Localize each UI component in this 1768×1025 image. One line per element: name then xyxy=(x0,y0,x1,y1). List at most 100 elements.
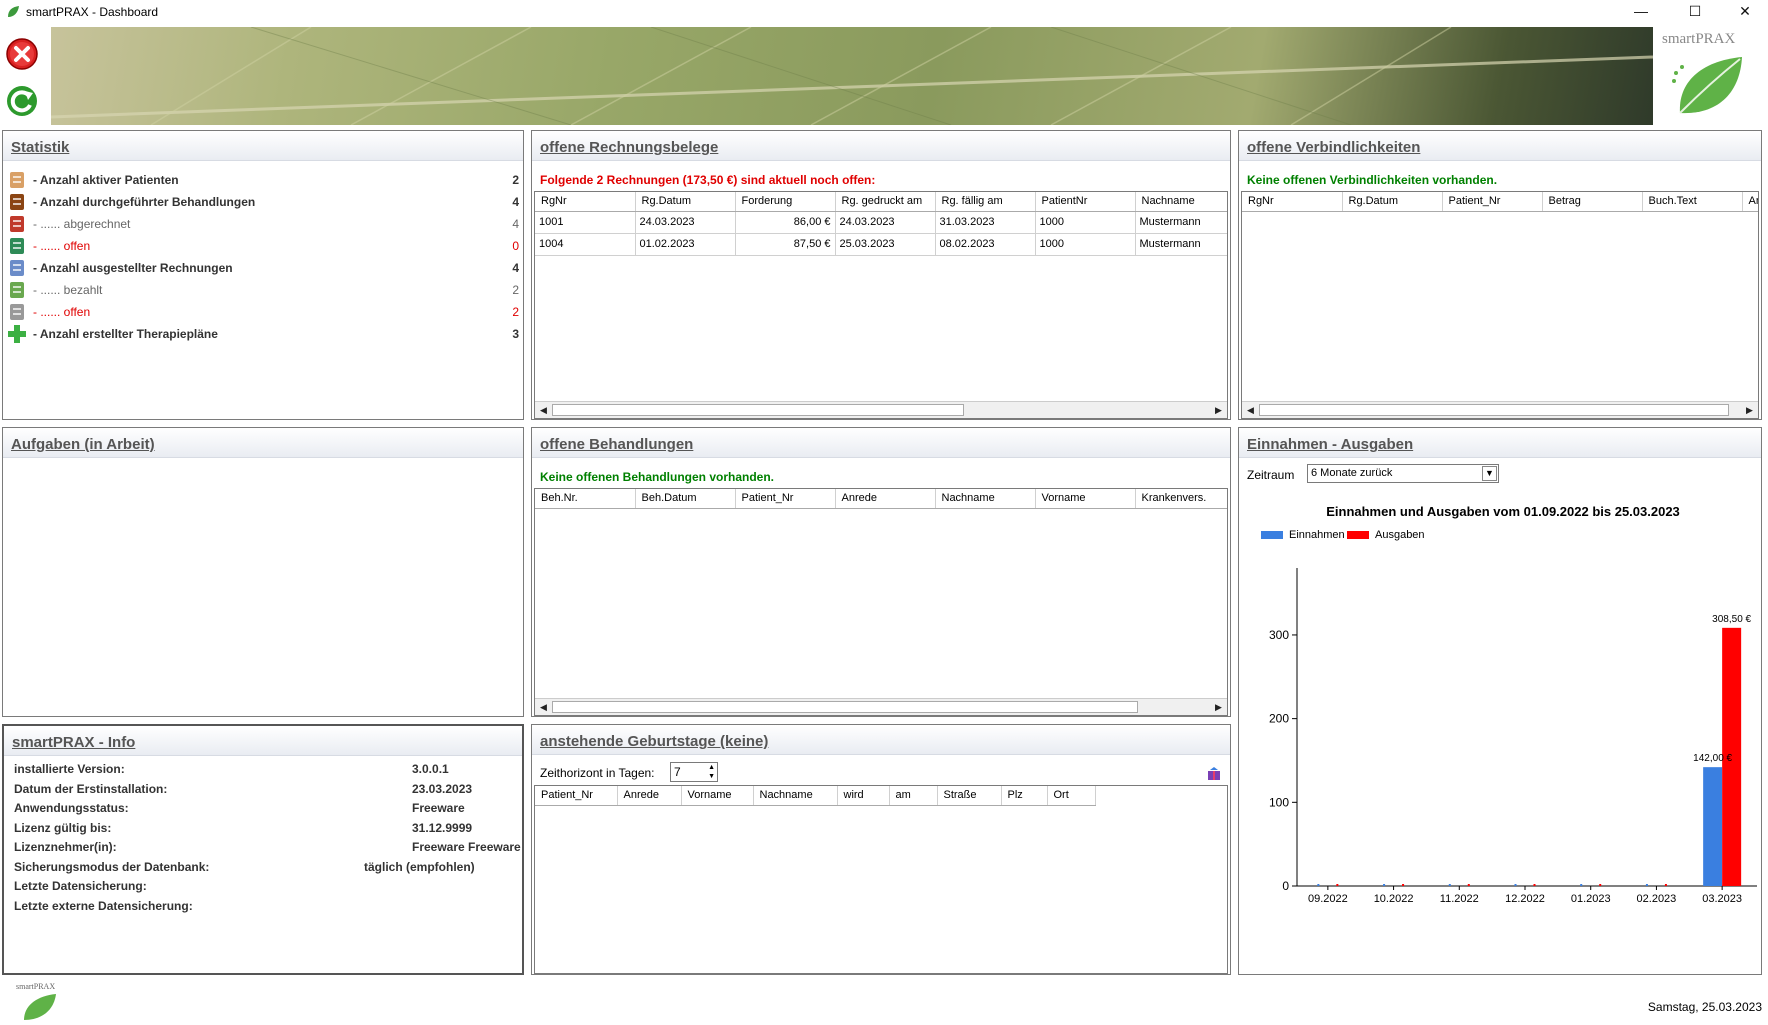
info-value: Freeware Freeware xyxy=(412,840,521,854)
column-header[interactable]: PatientNr xyxy=(1035,192,1136,212)
stat-row: - Anzahl aktiver Patienten 2 xyxy=(5,169,521,191)
info-value: 3.0.0.1 xyxy=(412,762,449,776)
panel-header xyxy=(3,131,523,161)
scroll-right-icon[interactable]: ▶ xyxy=(1211,700,1226,715)
column-header[interactable]: Rg.Datum xyxy=(1342,192,1443,212)
column-header[interactable]: Beh.Datum xyxy=(635,489,736,509)
column-header[interactable]: Forderung xyxy=(735,192,836,212)
info-key: Letzte Datensicherung: xyxy=(14,879,147,893)
x-tick-label: 12.2022 xyxy=(1505,893,1545,905)
column-header[interactable]: Straße xyxy=(937,786,1002,806)
geburtstage-grid[interactable]: Patient_Nr Anrede Vorname Nachname wird am Str… xyxy=(534,785,1228,974)
table-cell: 86,00 € xyxy=(735,211,836,234)
column-header[interactable]: Patient_Nr xyxy=(1442,192,1543,212)
scroll-right-icon[interactable]: ▶ xyxy=(1742,403,1757,418)
column-header[interactable]: Krankenvers. xyxy=(1135,489,1227,509)
column-header[interactable]: Vorname xyxy=(1035,489,1136,509)
info-key: Letzte externe Datensicherung: xyxy=(14,898,193,913)
statistik-panel: Statistik - Anzahl aktiver Patienten 2- A… xyxy=(2,130,524,420)
horizont-spinner[interactable]: 7 ▲ ▼ xyxy=(670,762,718,782)
einnahmen-panel: Einnahmen - Ausgaben Zeitraum 6 Monate z… xyxy=(1238,427,1762,975)
stat-label: - ...... offen xyxy=(33,239,91,253)
info-key: installierte Version: xyxy=(14,762,125,776)
x-tick-label: 01.2023 xyxy=(1571,893,1611,905)
verbindlichkeiten-grid[interactable]: RgNrRg.DatumPatient_NrBetragBuch.TextAn … xyxy=(1241,191,1759,419)
column-header[interactable]: Rg. fällig am xyxy=(935,192,1036,212)
stat-label: - Anzahl durchgeführter Behandlungen xyxy=(33,195,256,209)
footer-logo: smartPRAX xyxy=(16,982,64,1022)
scroll-left-icon[interactable]: ◀ xyxy=(536,403,551,418)
info-value: täglich (empfohlen) xyxy=(364,859,475,874)
maximize-button[interactable]: ☐ xyxy=(1672,0,1718,24)
behandlungen-grid[interactable]: Beh.Nr. Beh.Datum Patient_Nr Anrede Nachname… xyxy=(534,488,1228,716)
stat-value: 2 xyxy=(512,173,519,187)
table-cell: 31.03.2023 xyxy=(935,211,1036,234)
column-header[interactable]: Anrede xyxy=(617,786,682,806)
column-header[interactable]: Nachname xyxy=(753,786,838,806)
x-tick-label: 02.2023 xyxy=(1637,893,1677,905)
table-row[interactable]: 1001 24.03.2023 86,00 €24.03.2023 31.03.202… xyxy=(535,211,1227,234)
column-header[interactable]: An xyxy=(1742,192,1758,212)
scroll-thumb[interactable] xyxy=(552,404,964,416)
money-icon xyxy=(7,280,27,300)
column-header[interactable]: Buch.Text xyxy=(1642,192,1743,212)
column-header[interactable]: Nachname xyxy=(1135,192,1227,212)
info-title: smartPRAX - Info xyxy=(12,734,136,751)
zeitraum-select[interactable]: 6 Monate zurück ▼ xyxy=(1307,464,1499,483)
table-cell: Mustermann xyxy=(1135,233,1227,256)
horizontal-scrollbar[interactable]: ◀ ▶ xyxy=(535,698,1227,715)
horizontal-scrollbar[interactable]: ◀ ▶ xyxy=(1242,401,1758,418)
stat-value: 2 xyxy=(512,283,519,297)
book-icon xyxy=(7,192,27,212)
chart-title: Einnahmen und Ausgaben vom 01.09.2022 bi… xyxy=(1326,504,1680,519)
rechnungen-grid[interactable]: RgNr Rg.Datum Forderung Rg. gedruckt am Rg. … xyxy=(534,191,1228,419)
column-header[interactable]: Beh.Nr. xyxy=(535,489,636,509)
table-cell: 08.02.2023 xyxy=(935,233,1036,256)
zeitraum-label: Zeitraum xyxy=(1247,468,1295,482)
chevron-down-icon[interactable]: ▼ xyxy=(1482,466,1497,481)
column-header[interactable]: Betrag xyxy=(1542,192,1643,212)
column-header[interactable]: Patient_Nr xyxy=(535,786,618,806)
legend-swatch xyxy=(1261,531,1283,540)
scroll-left-icon[interactable]: ◀ xyxy=(1243,403,1258,418)
bar-einnahmen xyxy=(1645,884,1648,886)
invoice-icon xyxy=(7,258,27,278)
gift-icon[interactable] xyxy=(1206,765,1222,781)
horizontal-scrollbar[interactable]: ◀ ▶ xyxy=(535,401,1227,418)
rechnungen-message: Folgende 2 Rechnungen (173,50 €) sind ak… xyxy=(540,173,876,187)
column-header[interactable]: Patient_Nr xyxy=(735,489,836,509)
spinner-arrows-icon[interactable]: ▲ ▼ xyxy=(708,763,715,781)
column-header[interactable]: Plz xyxy=(1001,786,1048,806)
column-header[interactable]: wird xyxy=(837,786,890,806)
column-header[interactable]: Anrede xyxy=(835,489,936,509)
scroll-thumb[interactable] xyxy=(552,701,1138,713)
bar-einnahmen xyxy=(1383,884,1386,886)
stat-value: 4 xyxy=(512,195,519,209)
bar-ausgaben xyxy=(1599,884,1602,886)
column-header[interactable]: Rg.Datum xyxy=(635,192,736,212)
geburtstage-title: anstehende Geburtstage (keine) xyxy=(540,733,769,750)
table-cell: 24.03.2023 xyxy=(635,211,736,234)
column-header[interactable]: Ort xyxy=(1047,786,1096,806)
column-header[interactable]: Nachname xyxy=(935,489,1036,509)
scroll-thumb[interactable] xyxy=(1259,404,1729,416)
table-row[interactable]: 1004 01.02.2023 87,50 €25.03.2023 08.02.202… xyxy=(535,233,1227,256)
x-tick-label: 10.2022 xyxy=(1374,893,1414,905)
scroll-left-icon[interactable]: ◀ xyxy=(536,700,551,715)
scroll-right-icon[interactable]: ▶ xyxy=(1211,403,1226,418)
patients-icon xyxy=(7,170,27,190)
info-value: 31.12.9999 xyxy=(412,820,473,835)
column-header[interactable]: Rg. gedruckt am xyxy=(835,192,936,212)
stat-row: - Anzahl erstellter Therapiepläne 3 xyxy=(5,323,521,345)
exit-icon[interactable] xyxy=(6,38,38,70)
stat-label: - Anzahl aktiver Patienten xyxy=(33,173,179,187)
column-header[interactable]: am xyxy=(889,786,938,806)
column-header[interactable]: Vorname xyxy=(681,786,754,806)
refresh-icon[interactable] xyxy=(6,85,38,117)
window-title: smartPRAX - Dashboard xyxy=(26,5,159,19)
close-window-button[interactable]: ✕ xyxy=(1722,0,1768,24)
column-header[interactable]: RgNr xyxy=(1242,192,1343,212)
column-header[interactable]: RgNr xyxy=(535,192,636,212)
minimize-button[interactable]: — xyxy=(1618,0,1664,24)
einnahmen-ausgaben-chart: 0 100 200 300 09.2022 10.2022 11.2022 12.2022 01… xyxy=(1269,568,1757,905)
